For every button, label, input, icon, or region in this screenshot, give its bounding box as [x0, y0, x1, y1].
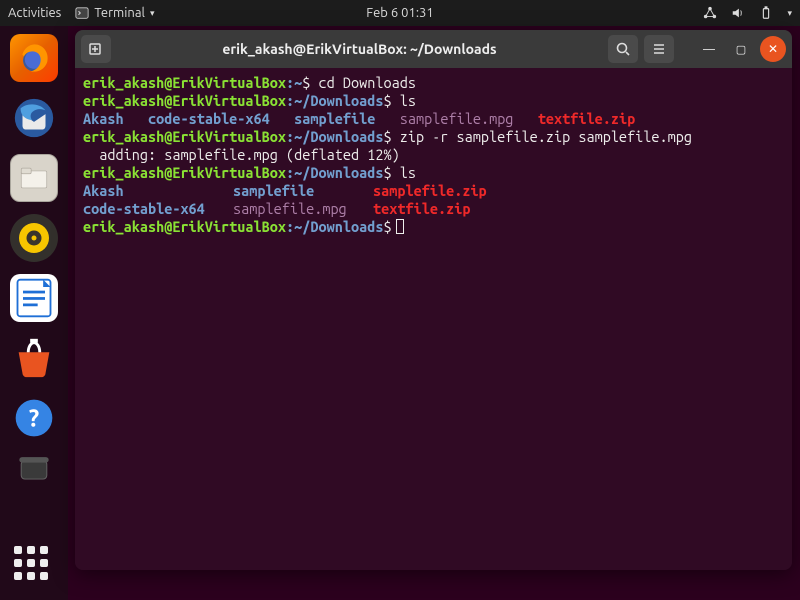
dock-help[interactable]: ? — [10, 394, 58, 442]
term-line: code-stable-x64samplefile.mpgtextfile.zi… — [83, 200, 784, 218]
clock-label: Feb 6 01:31 — [366, 6, 433, 20]
app-menu-label: Terminal — [94, 6, 145, 20]
dock-firefox[interactable] — [10, 34, 58, 82]
dock-files[interactable] — [10, 154, 58, 202]
app-menu[interactable]: Terminal ▾ — [75, 6, 154, 20]
dock-rhythmbox[interactable] — [10, 214, 58, 262]
window-title: erik_akash@ErikVirtualBox: ~/Downloads — [117, 41, 602, 57]
new-tab-button[interactable] — [81, 35, 111, 63]
activities-button[interactable]: Activities — [8, 6, 61, 20]
term-line: erik_akash@ErikVirtualBox:~$ cd Download… — [83, 74, 784, 92]
terminal-body[interactable]: erik_akash@ErikVirtualBox:~$ cd Download… — [75, 68, 792, 570]
dock-libreoffice-writer[interactable] — [10, 274, 58, 322]
show-applications-button[interactable] — [14, 546, 54, 586]
term-line: Akashsamplefilesamplefile.zip — [83, 182, 784, 200]
network-icon[interactable] — [703, 6, 717, 20]
dock: ? — [0, 26, 68, 600]
term-line: erik_akash@ErikVirtualBox:~/Downloads$ l… — [83, 92, 784, 110]
maximize-button[interactable] — [728, 36, 754, 62]
system-menu-chevron-icon[interactable]: ▾ — [787, 8, 792, 19]
clock[interactable]: Feb 6 01:31 — [366, 6, 433, 20]
activities-label: Activities — [8, 6, 61, 20]
cursor — [396, 219, 404, 234]
battery-icon[interactable] — [759, 6, 773, 20]
term-line: adding: samplefile.mpg (deflated 12%) — [83, 146, 784, 164]
gnome-topbar: Activities Terminal ▾ Feb 6 01:31 ▾ — [0, 0, 800, 26]
term-line: erik_akash@ErikVirtualBox:~/Downloads$ l… — [83, 164, 784, 182]
term-line: Akash code-stable-x64 samplefile samplef… — [83, 110, 784, 128]
hamburger-menu-button[interactable] — [644, 35, 674, 63]
volume-icon[interactable] — [731, 6, 745, 20]
close-button[interactable] — [760, 36, 786, 62]
chevron-down-icon: ▾ — [150, 8, 155, 19]
window-titlebar: erik_akash@ErikVirtualBox: ~/Downloads — [75, 30, 792, 68]
dock-trash[interactable] — [10, 454, 58, 484]
terminal-window: erik_akash@ErikVirtualBox: ~/Downloads e… — [75, 30, 792, 570]
minimize-button[interactable] — [696, 36, 722, 62]
terminal-icon — [75, 6, 89, 20]
term-line: erik_akash@ErikVirtualBox:~/Downloads$ — [83, 218, 784, 236]
dock-thunderbird[interactable] — [10, 94, 58, 142]
svg-text:?: ? — [29, 404, 39, 431]
search-button[interactable] — [608, 35, 638, 63]
term-line: erik_akash@ErikVirtualBox:~/Downloads$ z… — [83, 128, 784, 146]
dock-ubuntu-software[interactable] — [10, 334, 58, 382]
